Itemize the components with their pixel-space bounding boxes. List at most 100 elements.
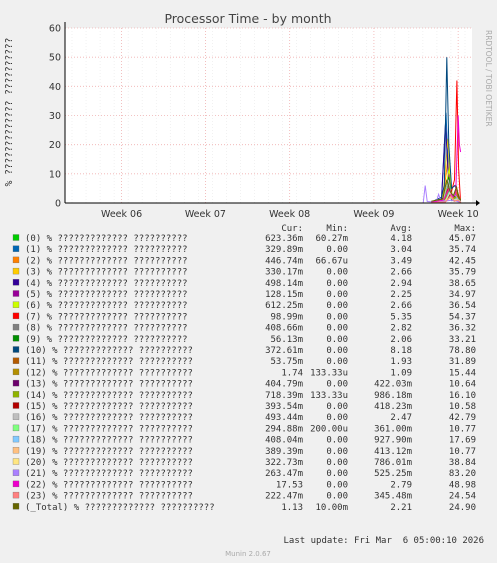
legend-cur-23: 222.47m bbox=[265, 492, 303, 502]
legend-label-15: (15) % ????????????? ?????????? bbox=[25, 402, 193, 412]
legend-cur-13: 404.79m bbox=[265, 380, 303, 390]
legend-min-16: 0.00 bbox=[326, 413, 348, 423]
legend-swatch-19 bbox=[12, 447, 20, 454]
legend-max-23: 24.54 bbox=[449, 492, 476, 502]
legend-avg-1: 3.04 bbox=[390, 245, 412, 255]
legend-avg-4: 2.94 bbox=[390, 279, 412, 289]
legend-min-18: 0.00 bbox=[326, 436, 348, 446]
legend-min-7: 0.00 bbox=[326, 312, 348, 322]
legend-avg-2: 3.49 bbox=[390, 256, 412, 266]
legend-swatch-20 bbox=[12, 458, 20, 465]
y-tick-label: 60 bbox=[49, 24, 61, 35]
legend-label-23: (23) % ????????????? ?????????? bbox=[25, 492, 193, 502]
x-axis-arrow bbox=[476, 200, 480, 206]
legend-min-22: 0.00 bbox=[326, 480, 348, 490]
legend-swatch-13 bbox=[12, 379, 20, 387]
legend-cur-14: 718.39m bbox=[265, 391, 303, 401]
legend-min-5: 0.00 bbox=[326, 290, 348, 300]
legend-swatch-4 bbox=[12, 279, 20, 286]
legend-swatch-12 bbox=[12, 368, 20, 376]
legend-max-14: 16.10 bbox=[449, 391, 476, 401]
legend-cur-15: 393.54m bbox=[265, 402, 303, 412]
legend-swatch-24 bbox=[12, 503, 20, 510]
x-tick-label: Week 10 bbox=[438, 209, 479, 220]
legend-label-24: (_Total) % ????????????? ?????????? bbox=[25, 503, 215, 513]
chart-title: Processor Time - by month bbox=[164, 11, 331, 26]
y-tick-label: 0 bbox=[55, 199, 61, 210]
legend-avg-17: 361.00m bbox=[374, 424, 412, 434]
legend-cur-4: 498.14m bbox=[265, 279, 303, 289]
legend-label-1: (1) % ????????????? ?????????? bbox=[25, 245, 188, 255]
legend-swatch-1 bbox=[12, 245, 20, 252]
legend-avg-22: 2.79 bbox=[390, 480, 412, 490]
legend-min-4: 0.00 bbox=[326, 279, 348, 289]
legend-cur-12: 1.74 bbox=[281, 368, 303, 378]
legend-min-9: 0.00 bbox=[326, 335, 348, 345]
legend-avg-24: 2.21 bbox=[390, 503, 412, 513]
legend-header-max: Max: bbox=[454, 224, 476, 234]
legend-label-7: (7) % ????????????? ?????????? bbox=[25, 312, 188, 322]
x-tick-label: Week 06 bbox=[101, 209, 142, 220]
legend-swatch-18 bbox=[12, 435, 20, 443]
legend-cur-8: 408.66m bbox=[265, 324, 303, 334]
y-axis-label: % ????????????? ?????????? bbox=[4, 38, 15, 187]
legend-min-1: 0.00 bbox=[326, 245, 348, 255]
legend-swatch-5 bbox=[12, 290, 20, 297]
legend-max-16: 42.79 bbox=[449, 413, 476, 423]
legend-min-0: 60.27m bbox=[315, 234, 348, 244]
legend-min-13: 0.00 bbox=[326, 380, 348, 390]
legend-avg-5: 2.25 bbox=[390, 290, 412, 300]
legend-avg-19: 413.12m bbox=[374, 447, 412, 457]
legend-label-8: (8) % ????????????? ?????????? bbox=[25, 324, 188, 334]
legend-max-2: 42.45 bbox=[449, 256, 476, 266]
legend-avg-20: 786.01m bbox=[374, 458, 412, 468]
legend-avg-14: 986.18m bbox=[374, 391, 412, 401]
legend-avg-18: 927.90m bbox=[374, 436, 412, 446]
legend: Cur: Min: Avg: Max: (0) % ????????????? … bbox=[12, 224, 476, 513]
legend-max-4: 38.65 bbox=[449, 279, 476, 289]
legend-max-12: 15.44 bbox=[449, 368, 476, 378]
legend-max-0: 45.07 bbox=[449, 234, 476, 244]
x-tick-label: Week 09 bbox=[353, 209, 394, 220]
legend-max-7: 54.37 bbox=[449, 312, 476, 322]
legend-label-14: (14) % ????????????? ?????????? bbox=[25, 391, 193, 401]
legend-swatch-3 bbox=[12, 267, 20, 275]
legend-max-1: 35.74 bbox=[449, 245, 476, 255]
legend-cur-9: 56.13m bbox=[270, 335, 303, 345]
x-tick-label: Week 08 bbox=[269, 209, 310, 220]
legend-avg-8: 2.82 bbox=[390, 324, 412, 334]
legend-label-0: (0) % ????????????? ?????????? bbox=[25, 234, 188, 244]
legend-cur-18: 408.04m bbox=[265, 436, 303, 446]
legend-max-18: 17.69 bbox=[449, 436, 476, 446]
legend-max-10: 78.80 bbox=[449, 346, 476, 356]
legend-max-19: 10.77 bbox=[449, 447, 476, 457]
legend-cur-11: 53.75m bbox=[270, 357, 303, 367]
legend-swatch-8 bbox=[12, 323, 20, 331]
legend-min-2: 66.67u bbox=[315, 256, 348, 266]
legend-label-13: (13) % ????????????? ?????????? bbox=[25, 380, 193, 390]
y-tick-label: 10 bbox=[49, 169, 61, 180]
legend-avg-11: 1.93 bbox=[390, 357, 412, 367]
legend-cur-20: 322.73m bbox=[265, 458, 303, 468]
legend-max-13: 10.64 bbox=[449, 380, 476, 390]
legend-label-11: (11) % ????????????? ?????????? bbox=[25, 357, 193, 367]
legend-avg-16: 2.47 bbox=[390, 413, 412, 423]
legend-max-3: 35.79 bbox=[449, 268, 476, 278]
legend-avg-13: 422.03m bbox=[374, 380, 412, 390]
legend-label-9: (9) % ????????????? ?????????? bbox=[25, 335, 188, 345]
legend-label-2: (2) % ????????????? ?????????? bbox=[25, 256, 188, 266]
legend-label-3: (3) % ????????????? ?????????? bbox=[25, 268, 188, 278]
munin-version: Munin 2.0.67 bbox=[225, 550, 271, 558]
legend-label-20: (20) % ????????????? ?????????? bbox=[25, 458, 193, 468]
legend-min-24: 10.00m bbox=[315, 503, 348, 513]
last-update-text: Last update: Fri Mar 6 05:00:10 2026 bbox=[284, 536, 484, 546]
legend-swatch-11 bbox=[12, 357, 20, 364]
legend-avg-15: 418.23m bbox=[374, 402, 412, 412]
y-tick-label: 40 bbox=[49, 82, 61, 93]
legend-max-21: 83.20 bbox=[449, 469, 476, 479]
legend-avg-7: 5.35 bbox=[390, 312, 412, 322]
legend-avg-12: 1.09 bbox=[390, 368, 412, 378]
legend-label-5: (5) % ????????????? ?????????? bbox=[25, 290, 188, 300]
legend-cur-0: 623.36m bbox=[265, 234, 303, 244]
legend-cur-17: 294.88m bbox=[265, 424, 303, 434]
